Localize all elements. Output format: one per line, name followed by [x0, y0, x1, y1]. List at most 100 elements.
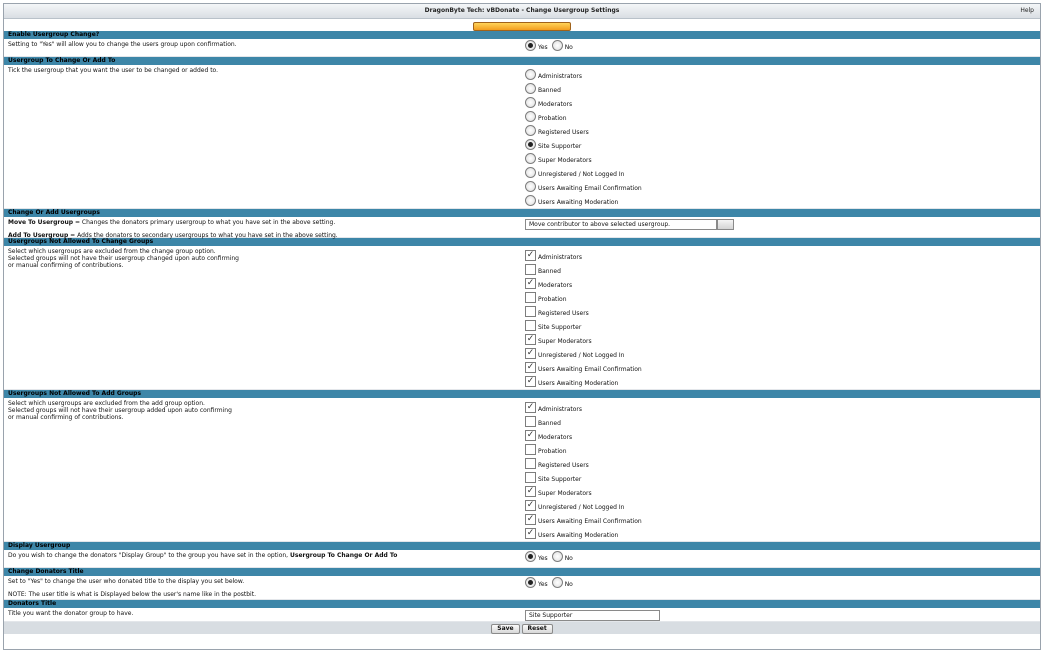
not-add-checkbox[interactable]: ✓ — [525, 402, 536, 413]
help-link[interactable]: Help — [1020, 4, 1034, 18]
save-button[interactable]: Save — [491, 624, 520, 634]
not-add-checkbox-option[interactable]: Probation — [525, 441, 642, 455]
not-change-checkbox-option[interactable]: Banned — [525, 261, 642, 275]
not-change-checkbox-option[interactable]: Registered Users — [525, 303, 642, 317]
not-change-checkbox[interactable] — [525, 292, 536, 303]
not-change-checkbox[interactable]: ✓ — [525, 250, 536, 261]
usergroup-radio[interactable] — [525, 181, 536, 192]
usergroup-radio[interactable] — [525, 167, 536, 178]
not-change-checkbox-label: Unregistered / Not Logged In — [538, 352, 625, 359]
not-add-checkbox-option[interactable]: Site Supporter — [525, 469, 642, 483]
change-to-description: Tick the usergroup that you want the use… — [8, 67, 219, 74]
radio-option-yes[interactable]: Yes — [525, 577, 548, 588]
not-change-checkbox-option[interactable]: ✓ Users Awaiting Email Confirmation — [525, 359, 642, 373]
usergroup-radio-option[interactable]: Users Awaiting Moderation — [525, 192, 642, 206]
not-add-checkbox[interactable]: ✓ — [525, 528, 536, 539]
usergroup-radio-label: Administrators — [538, 73, 583, 80]
not-change-checkbox-option[interactable]: Probation — [525, 289, 642, 303]
not-add-checkbox[interactable]: ✓ — [525, 514, 536, 525]
radio-yes[interactable] — [525, 577, 536, 588]
not-change-checkbox-label: Users Awaiting Moderation — [538, 380, 619, 387]
not-change-checkbox-option[interactable]: ✓ Super Moderators — [525, 331, 642, 345]
change-mode-select-wrap: Move contributor to above selected userg… — [525, 219, 734, 230]
not-add-checkbox-option[interactable]: ✓ Super Moderators — [525, 483, 642, 497]
radio-option-no[interactable]: No — [551, 577, 573, 588]
usergroup-radio[interactable] — [525, 69, 536, 80]
not-change-checkbox-label: Users Awaiting Email Confirmation — [538, 366, 642, 373]
usergroup-radio[interactable] — [525, 139, 536, 150]
not-add-checkbox-option[interactable]: ✓ Moderators — [525, 427, 642, 441]
not-change-checkbox-option[interactable]: ✓ Unregistered / Not Logged In — [525, 345, 642, 359]
usergroup-radio[interactable] — [525, 83, 536, 94]
not-add-checkbox-option[interactable]: ✓ Users Awaiting Moderation — [525, 525, 642, 539]
not-add-checkbox-option[interactable]: ✓ Unregistered / Not Logged In — [525, 497, 642, 511]
not-add-checkbox-option[interactable]: ✓ Users Awaiting Email Confirmation — [525, 511, 642, 525]
usergroup-radio-option[interactable]: Moderators — [525, 94, 642, 108]
not-add-checkbox[interactable] — [525, 444, 536, 455]
radio-option-no[interactable]: No — [551, 551, 573, 562]
usergroup-radio[interactable] — [525, 125, 536, 136]
not-add-checkbox-option[interactable]: Registered Users — [525, 455, 642, 469]
not-add-checkbox[interactable] — [525, 416, 536, 427]
radio-label-no: No — [564, 581, 573, 588]
usergroup-radio[interactable] — [525, 97, 536, 108]
change-mode-select[interactable]: Move contributor to above selected userg… — [525, 219, 734, 230]
not-add-checkbox-label: Super Moderators — [538, 490, 592, 497]
display-desc-bold: Usergroup To Change Or Add To — [290, 552, 398, 559]
usergroup-radio-option[interactable]: Users Awaiting Email Confirmation — [525, 178, 642, 192]
row-change-to: Tick the usergroup that you want the use… — [4, 65, 1040, 209]
radio-no[interactable] — [551, 577, 563, 588]
checkmark-icon: ✓ — [526, 486, 535, 496]
usergroup-radio-option[interactable]: Registered Users — [525, 122, 642, 136]
usergroup-radio[interactable] — [525, 153, 536, 164]
usergroup-radio-option[interactable]: Administrators — [525, 66, 642, 80]
reset-button[interactable]: Reset — [521, 624, 553, 634]
donator-title-description: Title you want the donator group to have… — [8, 610, 134, 617]
usergroup-radio-label: Banned — [538, 87, 561, 94]
not-change-checkbox[interactable]: ✓ — [525, 362, 536, 373]
usergroup-radio[interactable] — [525, 195, 536, 206]
not-change-checkbox[interactable]: ✓ — [525, 376, 536, 387]
not-change-checkbox-option[interactable]: ✓ Moderators — [525, 275, 642, 289]
usergroup-radio-option[interactable]: Super Moderators — [525, 150, 642, 164]
not-add-checkbox[interactable]: ✓ — [525, 486, 536, 497]
radio-no[interactable] — [551, 40, 563, 51]
radio-option-yes[interactable]: Yes — [525, 40, 548, 51]
not-change-checkbox[interactable] — [525, 306, 536, 317]
not-add-checkbox-option[interactable]: Banned — [525, 413, 642, 427]
radio-yes[interactable] — [525, 40, 536, 51]
donator-title-input[interactable]: Site Supporter — [525, 610, 660, 621]
not-add-checkbox[interactable]: ✓ — [525, 500, 536, 511]
usergroup-radio[interactable] — [525, 111, 536, 122]
not-change-checkbox-option[interactable]: ✓ Users Awaiting Moderation — [525, 373, 642, 387]
enable-radio-group: Yes No — [525, 40, 577, 53]
usergroup-radio-label: Moderators — [538, 101, 573, 108]
not-add-checkbox[interactable] — [525, 458, 536, 469]
display-radio-group: Yes No — [525, 551, 577, 564]
radio-yes[interactable] — [525, 551, 536, 562]
not-change-checkbox[interactable]: ✓ — [525, 348, 536, 359]
radio-label-no: No — [564, 555, 573, 562]
not-change-checkbox[interactable]: ✓ — [525, 278, 536, 289]
not-change-checkbox-option[interactable]: Site Supporter — [525, 317, 642, 331]
usergroup-radio-option[interactable]: Unregistered / Not Logged In — [525, 164, 642, 178]
select-arrow-button[interactable] — [717, 219, 734, 230]
not-change-checkbox[interactable]: ✓ — [525, 334, 536, 345]
change-or-add-description: Move To Usergroup = Changes the donators… — [8, 219, 513, 239]
not-change-checkbox-option[interactable]: ✓ Administrators — [525, 247, 642, 261]
checkmark-icon: ✓ — [526, 334, 535, 344]
not-add-checkbox[interactable] — [525, 472, 536, 483]
not-change-checkbox[interactable] — [525, 264, 536, 275]
radio-label-yes: Yes — [538, 555, 548, 562]
row-not-add: Select which usergroups are excluded fro… — [4, 398, 1040, 542]
usergroup-radio-option[interactable]: Probation — [525, 108, 642, 122]
radio-option-no[interactable]: No — [551, 40, 573, 51]
checkmark-icon: ✓ — [526, 402, 535, 412]
not-add-checkbox-option[interactable]: ✓ Administrators — [525, 399, 642, 413]
radio-no[interactable] — [551, 551, 563, 562]
radio-option-yes[interactable]: Yes — [525, 551, 548, 562]
not-change-checkbox[interactable] — [525, 320, 536, 331]
usergroup-radio-option[interactable]: Banned — [525, 80, 642, 94]
usergroup-radio-option[interactable]: Site Supporter — [525, 136, 642, 150]
not-add-checkbox[interactable]: ✓ — [525, 430, 536, 441]
